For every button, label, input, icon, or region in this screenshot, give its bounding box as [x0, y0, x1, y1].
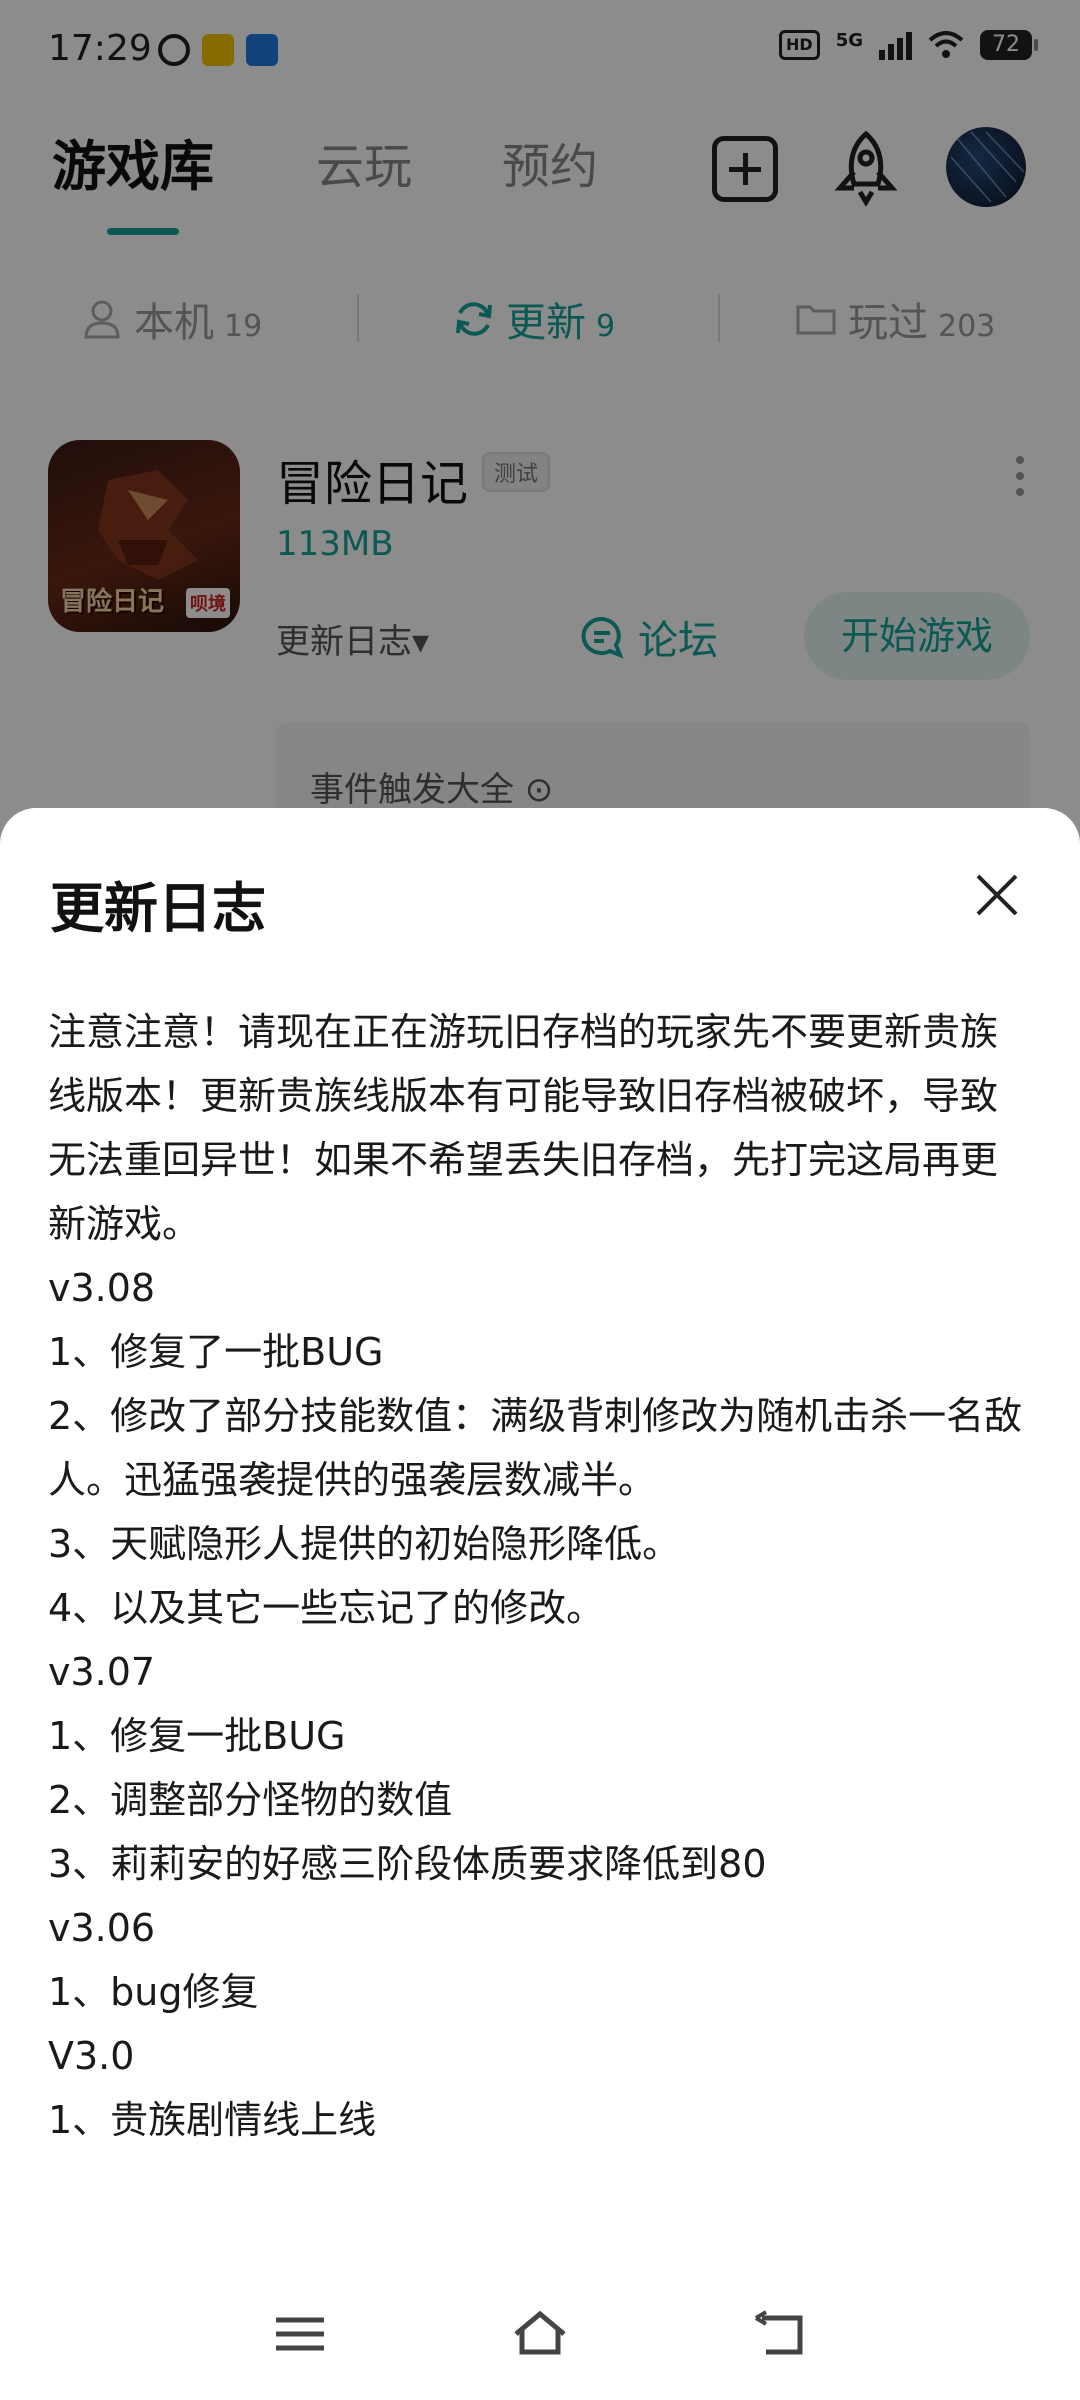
- changelog-sheet: 更新日志 注意注意！请现在正在游玩旧存档的玩家先不要更新贵族线版本！更新贵族线版…: [0, 808, 1080, 2400]
- changelog-line: 1、bug修复: [48, 1970, 259, 2014]
- close-icon[interactable]: [974, 872, 1020, 918]
- changelog-line: 2、调整部分怪物的数值: [48, 1778, 453, 1822]
- changelog-line: 1、修复一批BUG: [48, 1714, 346, 1758]
- home-icon[interactable]: [512, 2310, 568, 2358]
- menu-icon[interactable]: [272, 2310, 328, 2358]
- changelog-line: 注意注意！请现在正在游玩旧存档的玩家先不要更新贵族线版本！更新贵族线版本有可能导…: [48, 1010, 999, 1246]
- system-nav-bar: [0, 2290, 1080, 2380]
- changelog-line: V3.0: [48, 2034, 135, 2078]
- app-screen: 17:29 HD 5G 72 游戏库 云玩 预约 本机 19 更新 9 玩过 2…: [0, 0, 1080, 2400]
- changelog-line: 2、修改了部分技能数值：满级背刺修改为随机击杀一名敌人。迅猛强袭提供的强袭层数减…: [48, 1394, 1023, 1502]
- changelog-line: 1、修复了一批BUG: [48, 1330, 384, 1374]
- changelog-line: v3.08: [48, 1266, 156, 1310]
- back-icon[interactable]: [752, 2310, 808, 2358]
- sheet-title: 更新日志: [50, 877, 266, 940]
- changelog-line: 3、莉莉安的好感三阶段体质要求降低到80: [48, 1842, 767, 1886]
- changelog-line: 1、贵族剧情线上线: [48, 2098, 377, 2142]
- changelog-line: 4、以及其它一些忘记了的修改。: [48, 1586, 605, 1630]
- changelog-content: 注意注意！请现在正在游玩旧存档的玩家先不要更新贵族线版本！更新贵族线版本有可能导…: [48, 1000, 1028, 2152]
- changelog-line: v3.06: [48, 1906, 156, 1950]
- changelog-line: 3、天赋隐形人提供的初始隐形降低。: [48, 1522, 681, 1566]
- changelog-line: v3.07: [48, 1650, 156, 1694]
